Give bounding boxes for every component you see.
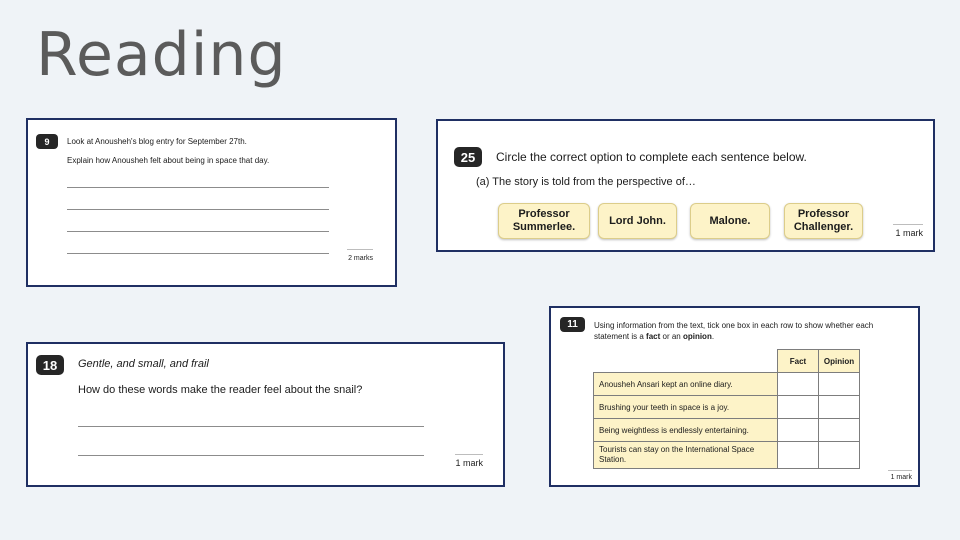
marks-label: 1 mark <box>455 458 483 468</box>
table-row: Brushing your teeth in space is a joy. <box>593 395 860 419</box>
question-number-badge: 11 <box>560 317 585 332</box>
question-prompt: Look at Anousheh's blog entry for Septem… <box>67 137 247 146</box>
fact-tick-box[interactable] <box>777 441 819 469</box>
question-number-badge: 9 <box>36 134 58 149</box>
table-row: Anousheh Ansari kept an online diary. <box>593 372 860 396</box>
marks-label: 1 mark <box>890 474 912 481</box>
question-9-card: 9 Look at Anousheh's blog entry for Sept… <box>26 118 397 287</box>
question-number-badge: 25 <box>454 147 482 167</box>
opinion-tick-box[interactable] <box>818 395 860 419</box>
answer-line[interactable] <box>67 187 329 188</box>
answer-line[interactable] <box>78 426 424 427</box>
statement-cell: Brushing your teeth in space is a joy. <box>593 395 778 419</box>
opinion-word: opinion <box>682 332 712 341</box>
statement-cell: Tourists can stay on the International S… <box>593 441 778 469</box>
opinion-header: Opinion <box>818 349 860 373</box>
option-malone[interactable]: Malone. <box>690 203 770 239</box>
option-professor-challenger[interactable]: Professor Challenger. <box>784 203 863 239</box>
question-prompt: Circle the correct option to complete ea… <box>496 150 807 164</box>
question-18-card: 18 Gentle, and small, and frail How do t… <box>26 342 505 487</box>
quoted-text: Gentle, and small, and frail <box>78 358 209 370</box>
answer-line[interactable] <box>78 455 424 456</box>
question-11-card: 11 Using information from the text, tick… <box>549 306 920 487</box>
statement-cell: Anousheh Ansari kept an online diary. <box>593 372 778 396</box>
opinion-tick-box[interactable] <box>818 441 860 469</box>
answer-line[interactable] <box>67 209 329 210</box>
opinion-tick-box[interactable] <box>818 372 860 396</box>
fact-tick-box[interactable] <box>777 395 819 419</box>
fact-opinion-table: Fact Opinion Anousheh Ansari kept an onl… <box>593 349 860 469</box>
table-row: Tourists can stay on the International S… <box>593 441 860 469</box>
slide-title: Reading <box>36 20 287 90</box>
fact-header: Fact <box>777 349 819 373</box>
marks-divider <box>455 454 483 455</box>
marks-divider <box>888 470 912 471</box>
fact-tick-box[interactable] <box>777 418 819 442</box>
question-number-badge: 18 <box>36 355 64 375</box>
marks-label: 1 mark <box>895 228 923 238</box>
option-professor-summerlee[interactable]: Professor Summerlee. <box>498 203 590 239</box>
question-25-card: 25 Circle the correct option to complete… <box>436 119 935 252</box>
answer-line[interactable] <box>67 253 329 254</box>
option-lord-john[interactable]: Lord John. <box>598 203 677 239</box>
question-prompt: How do these words make the reader feel … <box>78 384 363 396</box>
opinion-tick-box[interactable] <box>818 418 860 442</box>
answer-line[interactable] <box>67 231 329 232</box>
marks-label: 2 marks <box>348 255 373 262</box>
question-part-a: (a) The story is told from the perspecti… <box>476 176 696 188</box>
marks-divider <box>347 249 373 250</box>
fact-tick-box[interactable] <box>777 372 819 396</box>
marks-divider <box>893 224 923 225</box>
statement-cell: Being weightless is endlessly entertaini… <box>593 418 778 442</box>
table-row: Being weightless is endlessly entertaini… <box>593 418 860 442</box>
question-prompt: Using information from the text, tick on… <box>594 321 874 341</box>
question-instruction: Explain how Anousheh felt about being in… <box>67 156 270 165</box>
fact-word: fact <box>646 332 661 341</box>
